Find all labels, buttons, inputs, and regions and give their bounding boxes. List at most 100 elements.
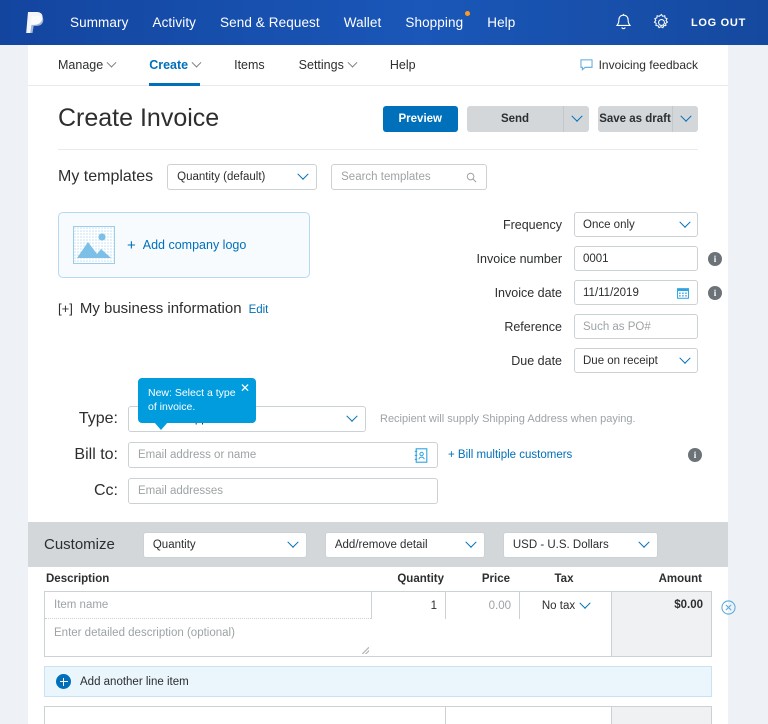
column-header-quantity: Quantity: [370, 573, 444, 585]
invoice-type-tooltip: ✕ New: Select a type of invoice.: [138, 378, 256, 423]
tax-select[interactable]: No tax: [519, 592, 611, 619]
chevron-down-icon: [192, 57, 202, 67]
invoice-number-label: Invoice number: [477, 252, 562, 266]
invoicing-feedback-link[interactable]: Invoicing feedback: [580, 58, 698, 72]
top-nav-links: Summary Activity Send & Request Wallet S…: [70, 15, 515, 30]
add-company-logo-button[interactable]: + Add company logo: [58, 212, 310, 278]
top-nav-item-shopping[interactable]: Shopping: [405, 15, 463, 30]
template-select[interactable]: Quantity (default): [167, 164, 317, 190]
add-another-line-item-button[interactable]: Add another line item: [44, 666, 712, 697]
bill-to-input[interactable]: Email address or name: [128, 442, 438, 468]
totals-left-cell: [45, 707, 445, 724]
contact-book-icon: [414, 448, 428, 463]
type-hint-text: Recipient will supply Shipping Address w…: [380, 413, 636, 425]
type-label: Type:: [58, 410, 118, 428]
chevron-down-icon: [679, 216, 690, 227]
logout-button[interactable]: LOG OUT: [691, 17, 746, 29]
invoice-date-input[interactable]: 11/11/2019: [574, 280, 698, 305]
info-icon[interactable]: i: [688, 448, 702, 462]
info-icon[interactable]: i: [708, 252, 722, 266]
info-icon[interactable]: i: [708, 286, 722, 300]
page-title: Create Invoice: [58, 104, 219, 133]
top-nav-right-group: LOG OUT: [615, 13, 746, 32]
add-logo-label-group: + Add company logo: [127, 238, 246, 253]
subnav-item-help[interactable]: Help: [390, 45, 416, 86]
currency-select[interactable]: USD - U.S. Dollars: [503, 532, 658, 558]
column-header-price: Price: [444, 573, 518, 585]
image-placeholder-icon: [73, 226, 115, 264]
send-button[interactable]: Send: [467, 106, 563, 132]
invoice-fields-column: Frequency Once only Invoice number 0001 …: [430, 212, 698, 382]
line-items-table: Description Quantity Price Tax Amount It…: [28, 567, 728, 657]
description-cell: Item name Enter detailed description (op…: [45, 592, 371, 656]
settings-gear-icon[interactable]: [652, 13, 671, 32]
invoice-number-input[interactable]: 0001: [574, 246, 698, 271]
totals-right-cell: [611, 707, 711, 724]
plus-circle-icon: [56, 674, 71, 689]
customize-label: Customize: [44, 536, 115, 553]
chevron-down-icon: [579, 597, 590, 608]
subnav-item-settings[interactable]: Settings: [299, 45, 356, 86]
edit-business-info-link[interactable]: Edit: [249, 304, 269, 316]
top-nav-item-activity[interactable]: Activity: [152, 15, 196, 30]
top-nav-item-wallet[interactable]: Wallet: [344, 15, 382, 30]
close-icon[interactable]: ✕: [240, 382, 250, 394]
type-row: Type: Goods: Shippable Recipient will su…: [28, 406, 728, 432]
totals-row-partial: [44, 706, 712, 724]
remove-circle-icon[interactable]: [721, 600, 736, 615]
subnav-item-create[interactable]: Create: [149, 45, 200, 86]
table-header-row: Description Quantity Price Tax Amount: [44, 567, 712, 591]
save-draft-button-group[interactable]: Save as draft: [598, 106, 698, 132]
invoice-date-label: Invoice date: [495, 286, 562, 300]
top-nav-item-summary[interactable]: Summary: [70, 15, 128, 30]
chevron-down-icon: [297, 169, 308, 180]
due-date-label: Due date: [511, 354, 562, 368]
item-description-textarea[interactable]: Enter detailed description (optional): [45, 619, 371, 656]
reference-input[interactable]: Such as PO#: [574, 314, 698, 339]
preview-button[interactable]: Preview: [383, 106, 458, 132]
chevron-down-icon: [287, 536, 298, 547]
quantity-input[interactable]: 1: [371, 592, 445, 619]
invoice-card: Manage Create Items Settings Help Invoic…: [28, 45, 728, 724]
cc-input[interactable]: Email addresses: [128, 478, 438, 504]
search-templates-input[interactable]: Search templates: [331, 164, 487, 190]
resize-handle[interactable]: [362, 647, 369, 654]
subnav-item-manage[interactable]: Manage: [58, 45, 115, 86]
top-nav-item-send-request[interactable]: Send & Request: [220, 15, 320, 30]
field-row-invoice-number: Invoice number 0001 i: [430, 246, 698, 271]
secondary-navigation: Manage Create Items Settings Help Invoic…: [28, 45, 728, 86]
search-icon: [466, 172, 477, 183]
chevron-down-icon: [638, 536, 649, 547]
business-information-label: My business information: [80, 300, 242, 317]
detail-level-select[interactable]: Quantity: [143, 532, 307, 558]
chevron-down-icon: [571, 110, 582, 121]
totals-middle-cell: [445, 707, 611, 724]
add-remove-detail-select[interactable]: Add/remove detail: [325, 532, 485, 558]
bill-multiple-customers-link[interactable]: + Bill multiple customers: [448, 449, 572, 461]
customize-bar: Customize Quantity Add/remove detail USD…: [28, 522, 728, 567]
bill-to-label: Bill to:: [58, 446, 118, 464]
expand-toggle[interactable]: [+]: [58, 301, 73, 316]
cc-label: Cc:: [58, 482, 118, 500]
save-as-draft-button[interactable]: Save as draft: [598, 106, 672, 132]
save-draft-dropdown-toggle[interactable]: [672, 106, 698, 132]
send-dropdown-toggle[interactable]: [563, 106, 589, 132]
chevron-down-icon: [679, 352, 690, 363]
paypal-logo-icon[interactable]: [22, 9, 48, 37]
field-row-invoice-date: Invoice date 11/11/2019: [430, 280, 698, 305]
frequency-select[interactable]: Once only: [574, 212, 698, 237]
due-date-select[interactable]: Due on receipt: [574, 348, 698, 373]
notification-bell-icon[interactable]: [615, 13, 632, 32]
price-input[interactable]: 0.00: [445, 592, 519, 619]
send-button-group[interactable]: Send: [467, 106, 589, 132]
subnav-item-items[interactable]: Items: [234, 45, 265, 86]
column-header-amount: Amount: [610, 573, 710, 585]
bill-to-row: Bill to: Email address or name + Bill mu…: [28, 442, 728, 468]
top-nav-item-help[interactable]: Help: [487, 15, 515, 30]
item-name-input[interactable]: Item name: [45, 592, 371, 619]
business-information-row[interactable]: [+] My business information Edit: [58, 300, 310, 317]
calendar-icon: [677, 287, 689, 299]
field-row-due-date: Due date Due on receipt: [430, 348, 698, 373]
top-navigation-bar: Summary Activity Send & Request Wallet S…: [0, 0, 768, 45]
amount-value: $0.00: [611, 592, 711, 656]
